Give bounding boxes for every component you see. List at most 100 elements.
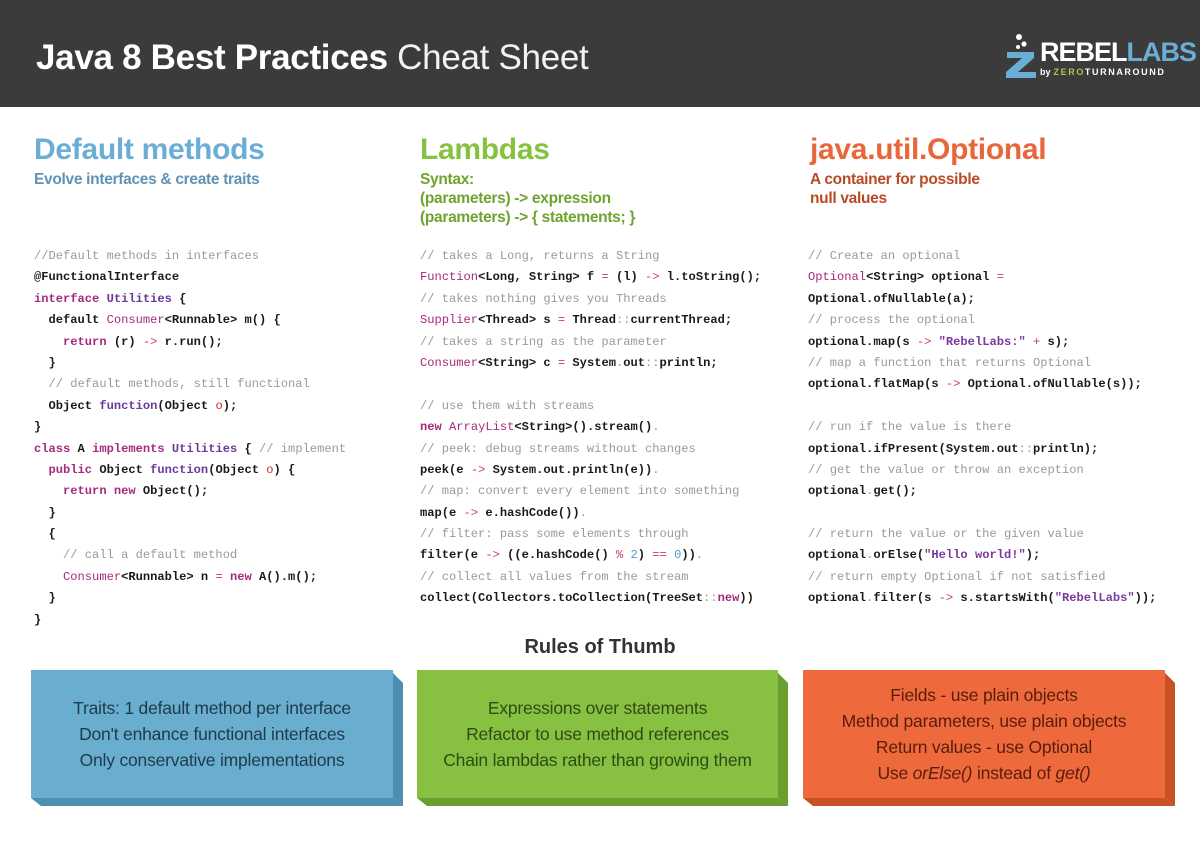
code-line: interface Utilities { [34, 289, 346, 310]
code-token-plain: A().m(); [251, 569, 318, 584]
code-token-type: Function [420, 270, 479, 285]
code-line: collect(Collectors.toCollection(TreeSet:… [420, 588, 761, 609]
rule-text: instead of [972, 763, 1056, 783]
code-line: return (r) -> r.run(); [34, 332, 346, 353]
code-token-comment: // takes a string as the parameter [420, 334, 667, 349]
code-token-op: = [996, 270, 1004, 285]
code-token-plain: ); [1025, 548, 1041, 563]
code-line: { [34, 524, 346, 545]
code-token-plain: peek(e [420, 462, 471, 477]
code-line: } [34, 503, 346, 524]
code-line: default Consumer<Runnable> m() { [34, 310, 346, 331]
rebellabs-logo: REBELLABS by ZEROTURNAROUND [1004, 30, 1197, 80]
code-token-keyword: new [717, 591, 740, 606]
code-token-plain: (l) [608, 270, 646, 285]
code-token-kwn: Utilities [106, 291, 172, 306]
code-token-op: -> [916, 334, 932, 349]
code-token-keyword: return [63, 484, 107, 499]
logo-sub-turnaround: TURNAROUND [1084, 67, 1166, 77]
code-token-kwn: function [99, 398, 158, 413]
code-token-plain: } [34, 420, 42, 435]
code-line: Optional.ofNullable(a); [808, 289, 1156, 310]
section-title: Default methods [34, 133, 265, 166]
section-subtitle: A container for possible null values [810, 171, 980, 207]
code-token-keyword: class [34, 441, 71, 456]
rule-item: Traits: 1 default method per interface [73, 698, 351, 718]
rule-item: Return values - use Optional [875, 737, 1093, 757]
code-line: optional.flatMap(s -> Optional.ofNullabl… [808, 374, 1156, 395]
rules-box-face: Traits: 1 default method per interface Do… [31, 670, 393, 798]
code-token-op: -> [485, 548, 500, 563]
code-token-string: "RebelLabs" [1054, 591, 1135, 606]
code-token-plain: filter(s [873, 591, 939, 606]
code-line: // takes a string as the parameter [420, 332, 761, 353]
code-token-plain: )) [681, 548, 696, 563]
code-line: Consumer<Runnable> n = new A().m(); [34, 567, 346, 588]
code-token-plain: optional.map(s [808, 334, 917, 349]
code-line: Optional<String> optional = [808, 267, 1156, 288]
rule-item: Expressions over statements [487, 698, 708, 718]
code-block-lambdas: // takes a Long, returns a String Functio… [420, 246, 761, 610]
rules-box-optional: Fields - use plain objects Method paramet… [803, 670, 1175, 806]
code-token-plain: Object(); [135, 484, 209, 499]
code-token-type: Consumer [106, 313, 165, 328]
code-token-plain: <String> c [478, 355, 558, 370]
code-token-plain: <String> optional [866, 270, 997, 285]
code-token-plain: } [34, 612, 42, 627]
code-token-op: -> [142, 334, 158, 349]
code-line: } [34, 588, 346, 609]
code-line: // takes a Long, returns a String [420, 246, 761, 267]
page-title-light: Cheat Sheet [397, 38, 589, 77]
logo-sub-by: by [1040, 67, 1051, 77]
code-token-type: Consumer [63, 569, 122, 584]
code-token-plain: <Runnable> n [121, 569, 216, 584]
code-line: // Create an optional [808, 246, 1156, 267]
code-line: // run if the value is there [808, 417, 1156, 438]
flask-icon [1006, 34, 1036, 78]
code-token-comment: // implement [259, 441, 347, 456]
section-default-methods: Default methods Evolve interfaces & crea… [34, 130, 265, 189]
code-token-plain: e.hashCode()) [478, 505, 580, 520]
code-line: // use them with streams [420, 396, 761, 417]
code-line: } [34, 610, 346, 631]
code-token-plain: )); [1134, 591, 1157, 606]
rules-box-side [393, 673, 403, 806]
code-token-op: -> [463, 505, 479, 520]
code-token-type: Supplier [420, 313, 479, 328]
code-token-comment: // return the value or the given value [808, 527, 1084, 542]
code-token-dim: :: [615, 313, 631, 328]
code-token-keyword: implements [92, 441, 165, 456]
code-token-plain: Object [92, 462, 151, 477]
code-token-plain: )) [739, 591, 754, 606]
code-token-plain: optional.ifPresent(System.out [808, 441, 1019, 456]
rule-item: Use orElse() instead of get() [877, 760, 1090, 786]
code-token-plain: default [34, 313, 107, 328]
code-token-plain: ) [637, 548, 653, 563]
section-lambdas: Lambdas Syntax: (parameters) -> expressi… [420, 130, 635, 227]
code-token-op: -> [645, 270, 660, 285]
code-token-plain: <Runnable> m() { [164, 313, 281, 328]
code-token-plain: optional.flatMap(s [808, 377, 946, 392]
code-token-dim: :: [645, 355, 660, 370]
logo-word-labs: LABS [1126, 37, 1197, 67]
code-token-plain: (Object [208, 462, 267, 477]
code-token-plain: System.out.println(e)) [485, 462, 653, 477]
code-token-string: "RebelLabs:" [938, 334, 1026, 349]
code-token-op: == [652, 548, 667, 563]
rules-of-thumb-heading: Rules of Thumb [524, 636, 676, 658]
code-line: // map: convert every element into somet… [420, 481, 761, 502]
logo-word-rebel: REBEL [1040, 37, 1128, 67]
code-line: @FunctionalInterface [34, 267, 346, 288]
code-block-default-methods: //Default methods in interfaces @Function… [34, 246, 346, 631]
rules-box-side [778, 673, 788, 806]
code-token-dim: . [652, 462, 660, 477]
code-token-plain: optional [808, 484, 867, 499]
code-token-plain: ) { [273, 462, 296, 477]
code-token-plain: } [34, 355, 56, 370]
